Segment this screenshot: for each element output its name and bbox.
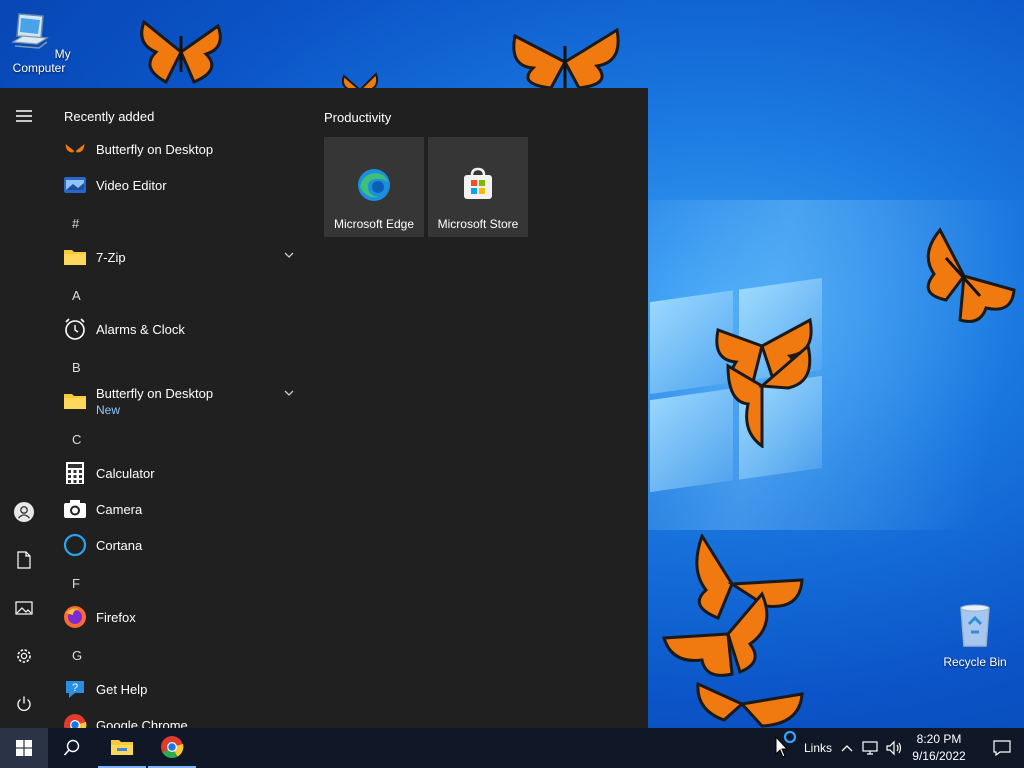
app-label: Butterfly on Desktop [96, 386, 214, 401]
app-label: Firefox [96, 609, 136, 625]
windows-logo-icon [16, 740, 32, 756]
power-icon [17, 696, 31, 711]
store-icon [464, 167, 492, 199]
user-avatar-icon [14, 502, 34, 522]
group-header-g[interactable]: G [72, 648, 82, 663]
app-item-firefox[interactable]: Firefox [62, 599, 302, 635]
pictures-icon [15, 601, 33, 615]
app-item-camera[interactable]: Camera [62, 491, 302, 527]
app-item-video-editor[interactable]: Video Editor [62, 167, 302, 203]
file-explorer-icon [111, 740, 133, 755]
butterfly-decoration [140, 19, 222, 85]
recently-added-heading: Recently added [64, 109, 155, 124]
butterfly-decoration [715, 317, 813, 448]
butterfly-icon [62, 136, 88, 162]
app-label: Google Chrome [96, 717, 188, 729]
pictures-button[interactable] [0, 588, 48, 628]
action-center-button[interactable] [980, 728, 1024, 768]
group-header-f[interactable]: F [72, 576, 80, 591]
chevron-down-icon [284, 252, 294, 258]
tile-group-title[interactable]: Productivity [324, 110, 391, 125]
search-icon [63, 739, 80, 756]
calculator-icon [62, 460, 88, 486]
chevron-down-icon [284, 390, 294, 396]
settings-button[interactable] [0, 636, 48, 676]
app-label: Calculator [96, 465, 155, 481]
app-item-calculator[interactable]: Calculator [62, 455, 302, 491]
app-label: Butterfly on Desktop [96, 141, 214, 157]
documents-button[interactable] [0, 540, 48, 580]
camera-icon [62, 496, 88, 522]
alarm-clock-icon [62, 316, 88, 342]
app-label: Alarms & Clock [96, 321, 185, 337]
volume-button[interactable] [884, 728, 904, 768]
tile-microsoft-store[interactable]: Microsoft Store [428, 137, 528, 237]
tile-microsoft-edge[interactable]: Microsoft Edge [324, 137, 424, 237]
group-header-c[interactable]: C [72, 432, 81, 447]
start-menu-rail [0, 88, 48, 728]
desktop-icon-my-computer[interactable]: My Computer [0, 10, 84, 75]
network-button[interactable] [860, 728, 882, 768]
chrome-icon [62, 712, 88, 728]
app-item-get-help[interactable]: ? Get Help [62, 671, 302, 707]
recycle-bin-icon [960, 604, 990, 647]
app-label: Camera [96, 501, 143, 517]
chrome-taskbar-button[interactable] [148, 728, 196, 768]
chevron-up-icon [841, 745, 853, 752]
desktop-icon-label: Recycle Bin [943, 655, 1007, 669]
app-label: Get Help [96, 681, 148, 697]
app-item-alarms-clock[interactable]: Alarms & Clock [62, 311, 302, 347]
taskbar: Links 8:20 PM 9/16/2022 [0, 728, 1024, 768]
file-explorer-button[interactable] [98, 728, 146, 768]
computer-icon [11, 13, 50, 49]
search-button[interactable] [48, 728, 96, 768]
chrome-icon [161, 736, 184, 758]
app-item-butterfly-recent[interactable]: Butterfly on Desktop [62, 131, 302, 167]
svg-text:?: ? [72, 682, 78, 694]
clock[interactable]: 8:20 PM 9/16/2022 [904, 731, 974, 765]
butterfly-decoration [512, 27, 620, 90]
tile-label: Microsoft Store [437, 217, 519, 231]
expand-menu-button[interactable] [0, 96, 48, 136]
clock-time: 8:20 PM [916, 732, 962, 746]
butterfly-decoration [926, 227, 1016, 323]
busy-indicator-icon [783, 730, 797, 744]
speaker-icon [886, 740, 902, 756]
start-button[interactable] [0, 728, 48, 768]
firefox-icon [62, 604, 88, 630]
video-editor-icon [62, 172, 88, 198]
folder-icon [62, 244, 88, 270]
clock-date: 9/16/2022 [912, 749, 966, 763]
app-label: Cortana [96, 537, 143, 553]
app-label: Video Editor [96, 177, 167, 193]
folder-icon [62, 388, 88, 414]
get-help-icon: ? [62, 676, 88, 702]
app-item-butterfly-folder[interactable]: Butterfly on Desktop New [62, 381, 302, 421]
notifications-icon [993, 740, 1011, 756]
app-list: Recently added Butterfly on Desktop Vide… [48, 88, 310, 728]
group-header-hash[interactable]: # [72, 216, 79, 231]
links-toolbar[interactable]: Links [800, 728, 836, 768]
hamburger-icon [16, 110, 32, 122]
new-badge: New [96, 403, 121, 417]
document-icon [17, 551, 31, 569]
account-button[interactable] [0, 492, 48, 532]
tile-label: Microsoft Edge [333, 217, 415, 231]
app-item-7zip[interactable]: 7-Zip [62, 239, 302, 275]
app-item-google-chrome[interactable]: Google Chrome [62, 707, 302, 728]
cortana-icon [62, 532, 88, 558]
network-icon [862, 741, 878, 755]
app-label: 7-Zip [96, 249, 126, 265]
group-header-a[interactable]: A [72, 288, 81, 303]
group-header-b[interactable]: B [72, 360, 81, 375]
gear-icon [17, 649, 31, 663]
edge-icon [358, 169, 390, 201]
desktop-icon-recycle-bin[interactable]: Recycle Bin [930, 602, 1020, 669]
start-menu: Recently added Butterfly on Desktop Vide… [0, 88, 648, 728]
app-item-cortana[interactable]: Cortana [62, 527, 302, 563]
power-button[interactable] [0, 684, 48, 724]
butterfly-decoration [662, 534, 804, 728]
show-hidden-icons-button[interactable] [838, 728, 856, 768]
